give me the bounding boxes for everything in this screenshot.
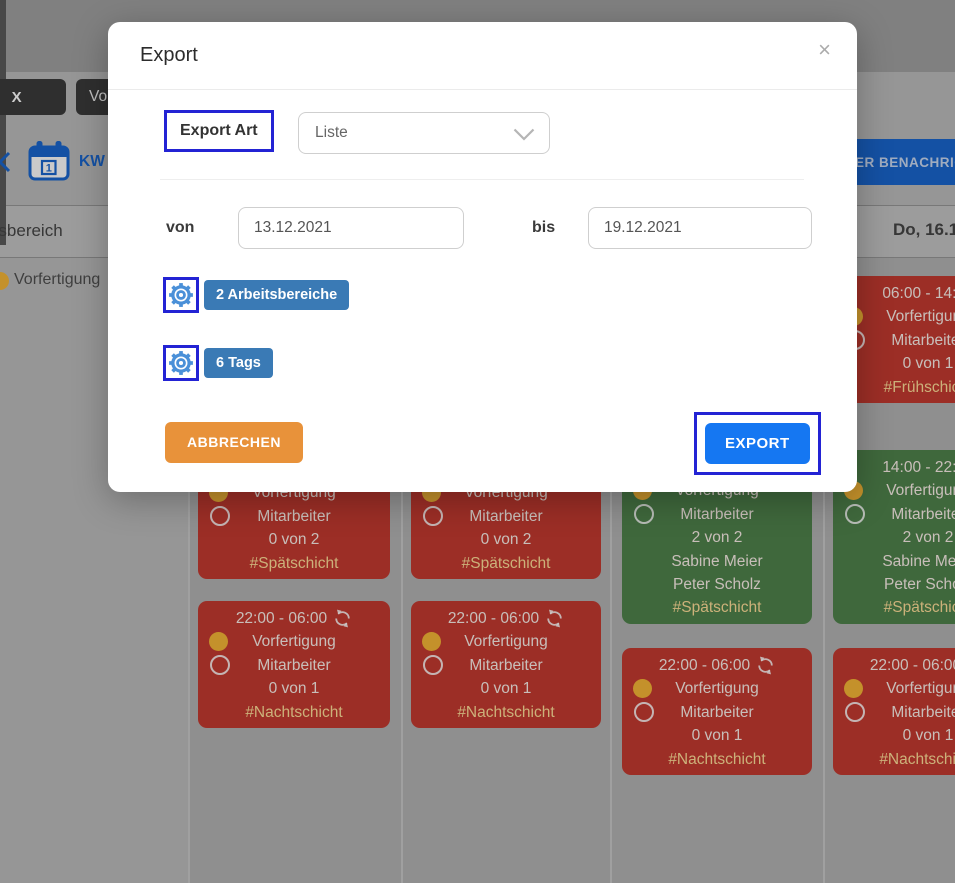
section-divider — [160, 179, 804, 180]
export-button[interactable]: EXPORT — [705, 423, 810, 464]
tags-count-badge[interactable]: 6 Tags — [204, 348, 273, 378]
tags-settings-button[interactable] — [163, 345, 199, 381]
to-date-input[interactable]: 19.12.2021 — [588, 207, 812, 249]
chevron-down-icon — [513, 128, 535, 141]
from-date-input[interactable]: 13.12.2021 — [238, 207, 464, 249]
cancel-button[interactable]: ABBRECHEN — [165, 422, 303, 463]
export-type-value: Liste — [315, 124, 348, 141]
from-date-label: von — [166, 219, 194, 237]
export-modal: Export × Export Art Liste von 13.12.2021… — [108, 22, 857, 492]
gear-icon — [168, 350, 194, 376]
gear-icon — [168, 282, 194, 308]
export-type-select[interactable]: Liste — [298, 112, 550, 154]
areas-count-badge[interactable]: 2 Arbeitsbereiche — [204, 280, 349, 310]
modal-header: Export × — [108, 22, 857, 90]
export-button-highlight: EXPORT — [694, 412, 821, 475]
to-date-label: bis — [532, 219, 555, 237]
export-art-label: Export Art — [164, 110, 274, 152]
areas-settings-button[interactable] — [163, 277, 199, 313]
close-icon[interactable]: × — [818, 39, 831, 61]
modal-title: Export — [140, 44, 198, 67]
